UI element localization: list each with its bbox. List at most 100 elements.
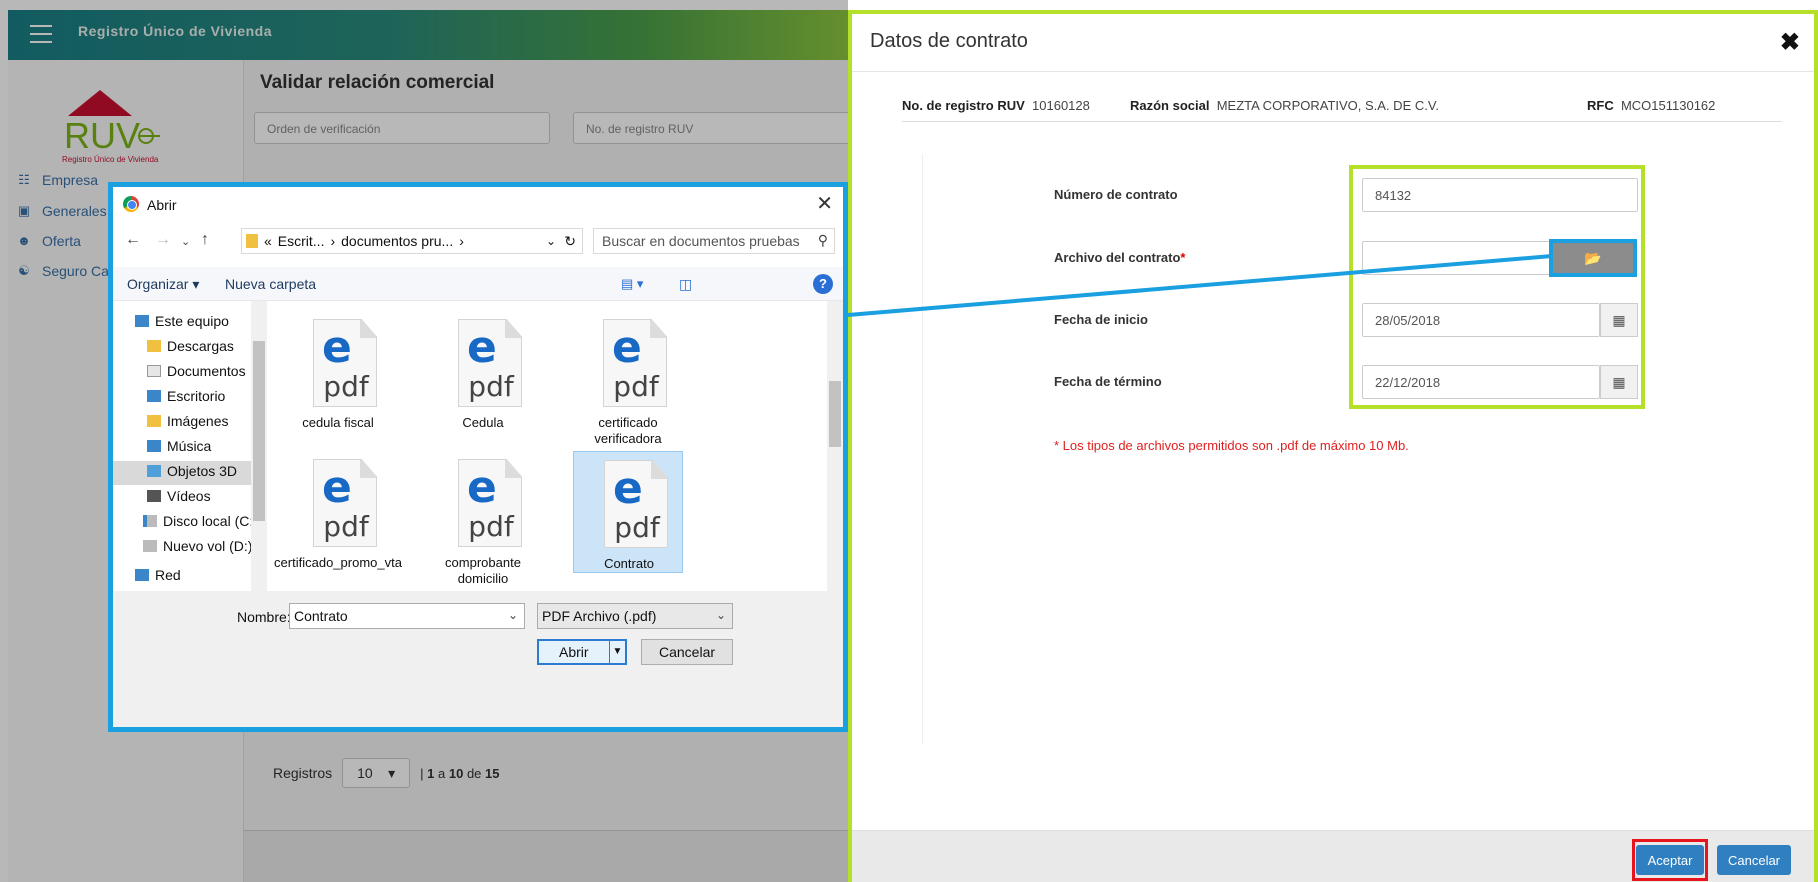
tree-item-nuevo-vol-d[interactable]: Nuevo vol (D:) (143, 538, 251, 554)
fecha-termino-label: Fecha de término (1054, 374, 1162, 389)
filename-label: Nombre: (237, 609, 291, 625)
chevron-down-icon[interactable]: ⌄ (181, 235, 190, 248)
tree-item-imagenes[interactable]: Imágenes (147, 413, 228, 429)
filetype-select[interactable]: PDF Archivo (.pdf) ⌄ (537, 603, 733, 629)
fecha-inicio-input[interactable]: 28/05/2018 (1362, 303, 1600, 337)
desktop-folder-icon (147, 390, 161, 402)
scrollbar-thumb[interactable] (829, 381, 841, 447)
contract-modal: Datos de contrato ✖ No. de registro RUV … (848, 10, 1818, 882)
file-item[interactable]: e pdf Cedula (428, 311, 538, 433)
modal-title: Datos de contrato (870, 30, 1028, 52)
pdf-file-icon: e pdf (604, 460, 668, 548)
tree-item-musica[interactable]: Música (147, 438, 211, 454)
numero-contrato-input[interactable]: 84132 (1362, 178, 1638, 212)
file-name: certificado verificadora (594, 415, 662, 446)
address-bar[interactable]: « Escrit... › documentos pru... › ⌄ ↻ (241, 228, 583, 254)
dialog-title: Abrir (147, 197, 177, 213)
preview-pane-icon[interactable]: ◫ (679, 276, 692, 293)
file-open-dialog: Abrir ✕ ← → ⌄ ↑ « Escrit... › documentos… (108, 182, 848, 732)
open-button[interactable]: Abrir ▼ (537, 639, 627, 665)
dialog-bottom-bar: Nombre: Contrato ⌄ PDF Archivo (.pdf) ⌄ Ab… (113, 591, 843, 727)
forward-arrow-icon[interactable]: → (155, 231, 171, 249)
modal-header: Datos de contrato ✖ (852, 14, 1814, 72)
accept-button[interactable]: Aceptar (1636, 845, 1704, 875)
pdf-file-icon: e pdf (313, 459, 377, 547)
folder-open-icon: 📂 (1584, 249, 1602, 266)
new-folder-button[interactable]: Nueva carpeta (225, 276, 316, 292)
browse-file-button[interactable]: 📂 (1553, 243, 1633, 273)
dialog-titlebar: Abrir ✕ (113, 187, 843, 221)
tree-item-descargas[interactable]: Descargas (147, 338, 234, 354)
up-arrow-icon[interactable]: ↑ (201, 231, 209, 249)
files-scrollbar[interactable] (827, 301, 843, 591)
tree-item-escritorio[interactable]: Escritorio (147, 388, 225, 404)
chevron-down-icon: ⌄ (715, 608, 726, 622)
file-item[interactable]: e pdf certificado verificadora (573, 311, 683, 446)
ruv-info: No. de registro RUV 10160128 (902, 98, 1090, 113)
company-info-row: No. de registro RUV 10160128 Razón socia… (902, 92, 1782, 122)
file-name: cedula fiscal (302, 415, 374, 430)
tree-item-este-equipo[interactable]: Este equipo (135, 313, 229, 329)
dialog-cancel-button[interactable]: Cancelar (641, 639, 733, 665)
view-options-icon[interactable]: ▤ ▾ (621, 276, 643, 292)
tree-item-disco-c[interactable]: Disco local (C:) (143, 513, 251, 529)
calendar-icon[interactable]: ▦ (1600, 303, 1638, 337)
search-input[interactable]: Buscar en documentos pruebas ⚲ (593, 228, 835, 254)
file-button-highlight: 📂 (1549, 239, 1637, 277)
file-type-note: * Los tipos de archivos permitidos son .… (1054, 438, 1409, 453)
tree-item-videos[interactable]: Vídeos (147, 488, 211, 504)
refresh-icon[interactable]: ↻ (564, 233, 576, 250)
chevron-down-icon[interactable]: ⌄ (546, 234, 556, 248)
tree-item-red[interactable]: Red (135, 567, 181, 583)
pdf-file-icon: e pdf (313, 319, 377, 407)
screen: Registro Único de Vivienda RUV Registro … (0, 0, 1818, 882)
fecha-termino-input[interactable]: 22/12/2018 (1362, 365, 1600, 399)
caret-down-icon[interactable]: ▼ (609, 641, 625, 663)
calendar-icon[interactable]: ▦ (1600, 365, 1638, 399)
tree-item-objetos-3d[interactable]: Objetos 3D (147, 463, 237, 479)
file-item[interactable]: e pdf comprobante domicilio (428, 451, 538, 586)
razon-social-info: Razón social MEZTA CORPORATIVO, S.A. DE … (1130, 98, 1439, 113)
filename-input[interactable]: Contrato ⌄ (289, 603, 525, 629)
close-icon[interactable]: ✖ (1780, 28, 1800, 57)
file-item-selected[interactable]: e pdf Contrato (573, 451, 683, 573)
archivo-contrato-input[interactable] (1362, 241, 1558, 275)
form-divider (922, 154, 923, 744)
pdf-file-icon: e pdf (458, 319, 522, 407)
videos-folder-icon (147, 490, 161, 502)
tree-scrollbar[interactable] (251, 301, 267, 591)
rfc-info: RFC MCO151130162 (1587, 98, 1716, 113)
download-folder-icon (147, 340, 161, 352)
chrome-icon (123, 196, 139, 212)
computer-icon (135, 315, 149, 327)
file-name: Contrato (604, 556, 654, 571)
pdf-file-icon: e pdf (458, 459, 522, 547)
fecha-inicio-label: Fecha de inicio (1054, 312, 1148, 327)
modal-footer: Aceptar Cancelar (852, 830, 1814, 882)
search-icon: ⚲ (817, 232, 828, 248)
folder-icon (246, 234, 258, 248)
dialog-navigation: ← → ⌄ ↑ « Escrit... › documentos pru... … (113, 221, 843, 259)
documents-folder-icon (147, 365, 161, 377)
numero-contrato-label: Número de contrato (1054, 187, 1178, 202)
file-item[interactable]: e pdf certificado_promo_vta (274, 451, 402, 573)
network-icon (135, 569, 149, 581)
cancel-button[interactable]: Cancelar (1717, 845, 1791, 875)
back-arrow-icon[interactable]: ← (125, 231, 141, 249)
drive-icon (143, 540, 157, 552)
file-name: certificado_promo_vta (274, 555, 402, 570)
music-folder-icon (147, 440, 161, 452)
tree-item-documentos[interactable]: Documentos (147, 363, 246, 379)
close-icon[interactable]: ✕ (816, 191, 833, 216)
drive-icon (143, 515, 157, 527)
archivo-contrato-label: Archivo del contrato* (1054, 250, 1186, 265)
file-item[interactable]: e pdf cedula fiscal (283, 311, 393, 433)
navigation-tree: Este equipo Descargas Documentos Escrito… (113, 301, 251, 591)
file-name: comprobante domicilio (445, 555, 521, 586)
help-icon[interactable]: ? (813, 274, 833, 294)
scrollbar-thumb[interactable] (253, 341, 265, 521)
chevron-down-icon[interactable]: ⌄ (508, 608, 518, 622)
pdf-file-icon: e pdf (603, 319, 667, 407)
organize-menu[interactable]: Organizar ▾ (127, 276, 199, 293)
dialog-toolbar: Organizar ▾ Nueva carpeta ▤ ▾ ◫ ? (113, 267, 843, 301)
